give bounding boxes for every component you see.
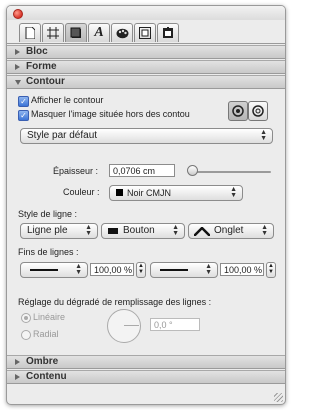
popup-arrows-icon: ▲ ▼ [260, 129, 267, 142]
section-contenu[interactable]: Contenu [7, 370, 285, 384]
start-percent-stepper[interactable]: ▲ ▼ [136, 262, 146, 278]
document-tab[interactable] [19, 23, 41, 42]
disclosure-triangle-icon [15, 80, 21, 85]
inspector-tabs: A [19, 23, 180, 43]
title-bar [7, 6, 285, 20]
section-contour-label: Contour [26, 76, 65, 87]
angle-field[interactable]: 0,0 ° [150, 318, 200, 331]
metrics-tab[interactable] [134, 23, 156, 42]
disclosure-triangle-icon [15, 64, 20, 70]
section-contour[interactable]: Contour [7, 75, 285, 89]
mask-image-checkbox[interactable]: ✓ [18, 110, 29, 121]
document-icon [25, 27, 35, 39]
info-icon [163, 27, 173, 38]
gradient-label: Réglage du dégradé de remplissage des li… [18, 297, 212, 307]
miter-join-icon [194, 227, 210, 236]
fins-label: Fins de lignes : [18, 247, 79, 257]
checkmark-icon: ✓ [20, 111, 27, 120]
style-ligne-label: Style de ligne : [18, 209, 78, 219]
stroke-style-value: Style par défaut [27, 130, 98, 141]
color-swatch [116, 189, 123, 196]
join-style-popup[interactable]: Onglet ▲ ▼ [188, 223, 274, 239]
couleur-label: Couleur : [63, 187, 100, 197]
inspector-panel: A Bloc Forme Contour ✓ Afficher le conto… [6, 5, 286, 405]
checkmark-icon: ✓ [20, 97, 27, 106]
section-forme[interactable]: Forme [7, 60, 285, 74]
section-forme-label: Forme [26, 61, 57, 72]
couleur-value: Noir CMJN [127, 188, 171, 198]
end-percent-stepper[interactable]: ▲ ▼ [266, 262, 276, 278]
cap-style-value: Bouton [123, 225, 155, 236]
close-button[interactable] [13, 9, 23, 19]
start-percent-field[interactable]: 100,00 % [90, 263, 134, 276]
layout-tab[interactable] [42, 23, 64, 42]
angle-dial-needle [124, 325, 139, 326]
end-endpoint-popup[interactable]: ▲ ▼ [150, 262, 218, 278]
radial-label: Radial [33, 329, 59, 339]
disclosure-triangle-icon [15, 359, 20, 365]
epaisseur-label: Épaisseur : [53, 166, 99, 176]
lineaire-label: Linéaire [33, 312, 66, 322]
radial-radio[interactable] [21, 330, 31, 340]
section-ombre-label: Ombre [26, 356, 59, 367]
graphic-icon [70, 27, 81, 38]
mask-image-label: Masquer l'image située hors des contou [31, 109, 190, 119]
angle-dial[interactable] [107, 309, 141, 343]
stroke-style-popup[interactable]: Style par défaut ▲ ▼ [20, 128, 273, 144]
join-style-value: Onglet [214, 225, 244, 236]
butt-cap-icon [108, 228, 118, 234]
epaisseur-slider-knob[interactable] [187, 165, 198, 176]
tab-separator [7, 43, 285, 44]
section-ombre[interactable]: Ombre [7, 355, 285, 369]
lineaire-radio[interactable] [21, 313, 31, 323]
epaisseur-field[interactable]: 0,0706 cm [109, 164, 175, 177]
palette-icon [116, 28, 128, 38]
popup-arrows-icon: ▲ ▼ [172, 224, 179, 237]
section-bloc-label: Bloc [26, 46, 48, 57]
metrics-icon [139, 27, 151, 39]
section-contenu-label: Contenu [26, 371, 67, 382]
epaisseur-slider-track[interactable] [193, 171, 271, 173]
show-stroke-label: Afficher le contour [31, 95, 104, 105]
popup-arrows-icon: ▲ ▼ [85, 224, 92, 237]
color-tab[interactable] [111, 23, 133, 42]
stroke-inside-icon [232, 105, 244, 117]
stroke-inside-toggle[interactable] [228, 101, 248, 121]
end-percent-field[interactable]: 100,00 % [220, 263, 264, 276]
popup-arrows-icon: ▲ ▼ [230, 186, 237, 199]
cap-style-popup[interactable]: Bouton ▲ ▼ [101, 223, 185, 239]
couleur-popup[interactable]: Noir CMJN ▲ ▼ [109, 185, 243, 201]
start-endpoint-popup[interactable]: ▲ ▼ [20, 262, 88, 278]
show-stroke-checkbox[interactable]: ✓ [18, 96, 29, 107]
stroke-outside-toggle[interactable] [248, 101, 268, 121]
text-a-icon: A [94, 25, 104, 40]
disclosure-triangle-icon [15, 374, 20, 380]
graphic-tab[interactable] [65, 23, 87, 42]
disclosure-triangle-icon [15, 49, 20, 55]
line-style-popup[interactable]: Ligne ple ▲ ▼ [20, 223, 98, 239]
line-style-value: Ligne ple [27, 225, 68, 236]
text-tab[interactable]: A [88, 23, 110, 42]
stroke-outside-icon [252, 105, 264, 117]
section-bloc[interactable]: Bloc [7, 45, 285, 59]
popup-arrows-icon: ▲ ▼ [75, 263, 82, 276]
resize-grip[interactable] [274, 393, 283, 402]
popup-arrows-icon: ▲ ▼ [261, 224, 268, 237]
popup-arrows-icon: ▲ ▼ [205, 263, 212, 276]
frame-icon [47, 27, 59, 39]
line-end-none-icon [30, 269, 58, 271]
line-end-none-icon [160, 269, 188, 271]
info-tab[interactable] [157, 23, 179, 42]
